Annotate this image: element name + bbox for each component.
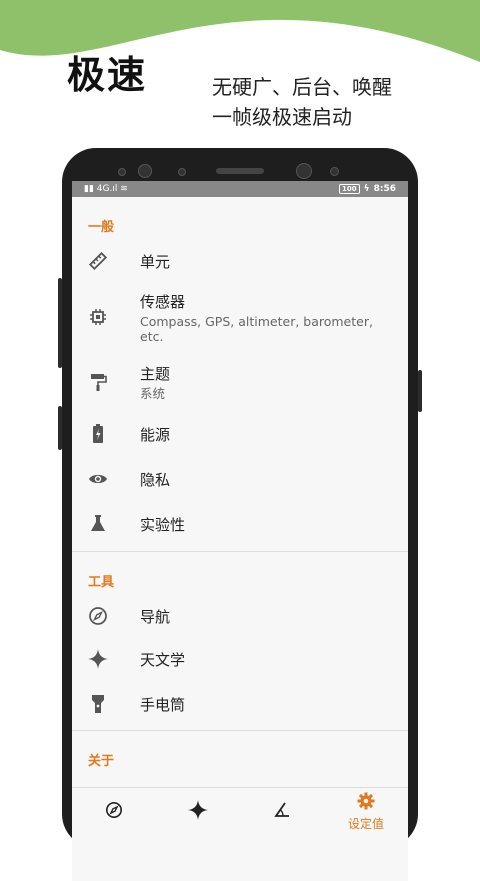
flask-icon [88, 514, 108, 534]
compass-icon [88, 606, 108, 626]
eye-icon [88, 469, 108, 489]
phone-frame: ▮▮ 4G.ıl ≋ 100 ϟ 8:56 一般 单元 传感器 Compass,… [58, 148, 422, 881]
settings-item-label: 传感器 [140, 292, 186, 311]
paint-roller-icon [88, 372, 108, 392]
signal-icon: ▮▮ 4G.ıl ≋ [84, 184, 128, 194]
section-title-about: 关于 [88, 754, 115, 769]
sensor-dot [118, 168, 126, 176]
front-camera [296, 163, 312, 179]
battery-charging-icon [88, 424, 108, 444]
settings-item-flashlight[interactable]: 手电筒 [72, 682, 408, 726]
settings-item-theme[interactable]: 主题 系统 [72, 353, 408, 411]
nav-tools[interactable] [240, 788, 324, 836]
status-time: 8:56 [373, 184, 396, 194]
settings-item-subtitle: 系统 [140, 386, 166, 401]
settings-item-label: 能源 [140, 425, 171, 444]
settings-item-label: 实验性 [140, 515, 186, 534]
settings-item-power[interactable]: 能源 [72, 411, 408, 457]
chip-icon [88, 307, 108, 327]
flashlight-icon [88, 694, 108, 714]
settings-item-label: 导航 [140, 607, 171, 626]
status-bar: ▮▮ 4G.ıl ≋ 100 ϟ 8:56 [72, 181, 408, 197]
section-title-general: 一般 [88, 220, 115, 235]
settings-item-label: 手电筒 [140, 695, 186, 714]
settings-item-units[interactable]: 单元 [72, 241, 408, 281]
angle-icon [273, 801, 291, 823]
hero-subtitle-line1: 无硬广、后台、唤醒 [212, 75, 392, 99]
star-icon [188, 800, 208, 824]
bottom-navigation: 设定值 [72, 787, 408, 836]
ruler-icon [88, 251, 108, 271]
settings-item-astronomy[interactable]: 天文学 [72, 636, 408, 682]
sensor-dot [330, 167, 339, 176]
nav-settings-label: 设定值 [347, 817, 384, 831]
battery-icon: 100 [339, 184, 360, 194]
settings-item-experimental[interactable]: 实验性 [72, 501, 408, 547]
sensor-dot [178, 168, 186, 176]
earpiece [216, 168, 264, 174]
section-title-tools: 工具 [88, 575, 115, 590]
hero-subtitle-line2: 一帧级极速启动 [212, 105, 352, 129]
charging-icon: ϟ [363, 184, 370, 194]
settings-item-subtitle: Compass, GPS, altimeter, barometer, etc. [140, 313, 373, 344]
power-button [418, 370, 422, 412]
front-camera [138, 164, 152, 178]
settings-item-label: 隐私 [140, 470, 171, 489]
settings-item-label: 主题 [140, 365, 171, 383]
star-icon [88, 649, 108, 669]
compass-icon [105, 801, 123, 823]
settings-item-label: 单元 [140, 252, 171, 271]
side-button [58, 406, 62, 450]
settings-item-sensors[interactable]: 传感器 Compass, GPS, altimeter, barometer, … [72, 281, 408, 353]
hero-title: 极速 [67, 53, 148, 97]
settings-item-navigation[interactable]: 导航 [72, 596, 408, 636]
app-screen: ▮▮ 4G.ıl ≋ 100 ϟ 8:56 一般 单元 传感器 Compass,… [72, 181, 408, 881]
volume-button [58, 278, 62, 368]
nav-astronomy[interactable] [156, 788, 240, 836]
hero-subtitle: 无硬广、后台、唤醒 一帧级极速启动 [212, 72, 392, 132]
settings-item-privacy[interactable]: 隐私 [72, 457, 408, 501]
settings-item-label: 天文学 [140, 650, 186, 669]
nav-navigation[interactable] [72, 788, 156, 836]
gear-icon [357, 792, 375, 814]
nav-settings[interactable]: 设定值 [324, 788, 408, 836]
